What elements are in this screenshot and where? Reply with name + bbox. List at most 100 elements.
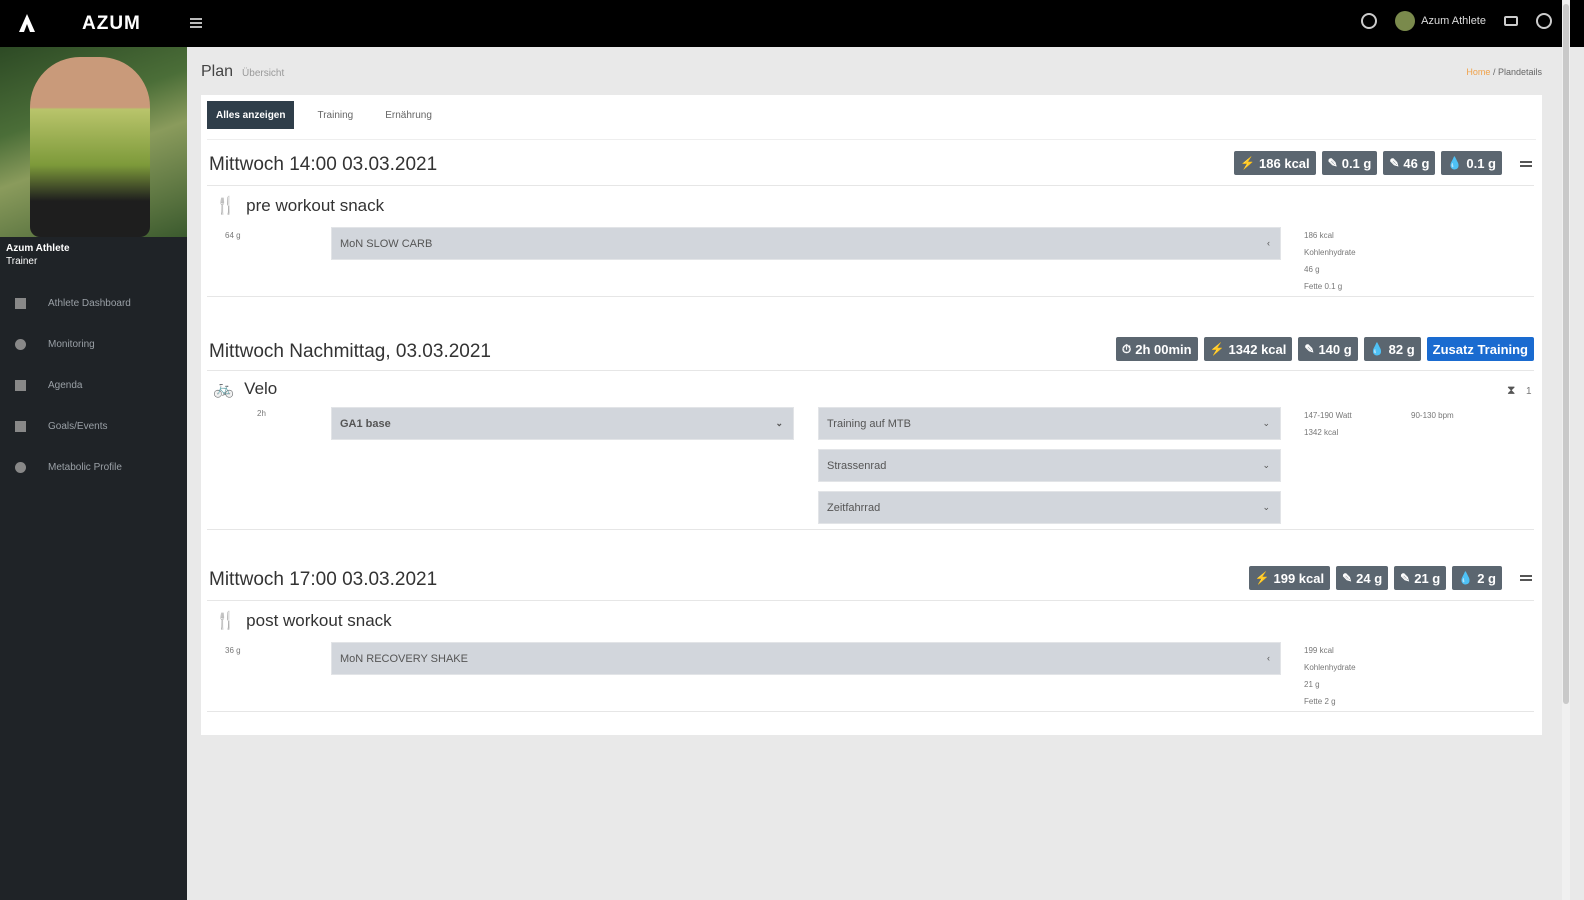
breadcrumb-separator: /: [1492, 67, 1496, 77]
training-type-select-value: Training auf MTB: [827, 417, 911, 430]
sidebar-item-label: Athlete Dashboard: [48, 298, 131, 309]
meal-item-name: post workout snack: [246, 611, 392, 630]
filter-tabs: Alles anzeigen Training Ernährung: [207, 101, 455, 129]
fat-badge: 💧 0.1 g: [1441, 151, 1502, 175]
tab-nutrition[interactable]: Ernährung: [376, 101, 441, 129]
section-badges: ⚡ 186 kcal ✎ 0.1 g ✎ 46 g 💧 0.1 g: [1234, 151, 1502, 175]
product-select-value: MoN RECOVERY SHAKE: [340, 652, 468, 665]
energy-badge: ⚡ 199 kcal: [1248, 566, 1331, 590]
carbs-badge: ✎ 140 g: [1298, 337, 1358, 361]
cutlery-icon: 🍴: [215, 196, 237, 215]
product-select-value: MoN SLOW CARB: [340, 237, 433, 250]
breadcrumb-home-link[interactable]: Home: [1466, 67, 1490, 77]
sidebar-item-monitoring[interactable]: Monitoring: [0, 324, 187, 365]
menu-toggle-icon[interactable]: [190, 16, 204, 30]
training-item-name: Velo: [244, 379, 278, 398]
training-count: 1: [1526, 386, 1532, 397]
power-icon[interactable]: [1536, 13, 1552, 29]
training-type-select[interactable]: Training auf MTB ⌄: [818, 407, 1281, 440]
chevron-down-icon: ⌄: [1262, 418, 1270, 428]
bolt-icon: ⚡: [1209, 342, 1225, 356]
extra-training-button[interactable]: Zusatz Training: [1426, 337, 1534, 361]
pencil-icon: ✎: [1342, 571, 1353, 585]
protein-badge: ✎ 0.1 g: [1321, 151, 1378, 175]
chevron-down-icon: ⌄: [775, 418, 783, 428]
mail-icon[interactable]: [1504, 16, 1518, 26]
pencil-icon: ✎: [1304, 342, 1315, 356]
protein-badge: ✎ 24 g: [1336, 566, 1389, 590]
meal-nutrition-info: 199 kcal Kohlenhydrate 21 g Fette 2 g: [1304, 646, 1356, 706]
training-heart-rate: 90-130 bpm: [1411, 411, 1454, 420]
meal-item-name: pre workout snack: [246, 196, 385, 215]
brand-logo-text[interactable]: AZUM: [82, 13, 141, 35]
chevron-down-icon: ‹: [1267, 238, 1270, 248]
chevron-down-icon: ⌄: [1262, 502, 1270, 512]
product-select[interactable]: MoN RECOVERY SHAKE ‹: [331, 642, 1281, 675]
profile-photo: [0, 47, 187, 237]
sidebar-item-goals-events[interactable]: Goals/Events: [0, 406, 187, 447]
section-title: Mittwoch 14:00 03.03.2021: [209, 154, 438, 175]
energy-badge: ⚡ 186 kcal: [1234, 151, 1316, 175]
dashboard-icon: [15, 298, 26, 309]
divider: [207, 370, 1534, 371]
meal-amount: 64 g: [225, 231, 241, 240]
page-title: Plan: [201, 63, 234, 80]
tab-training[interactable]: Training: [308, 101, 362, 129]
section-menu-icon[interactable]: [1520, 575, 1532, 583]
sidebar-item-label: Agenda: [48, 380, 83, 391]
sidebar-item-metabolic-profile[interactable]: Metabolic Profile: [0, 447, 187, 488]
hourglass-icon: ⧗: [1507, 383, 1516, 397]
section-title: Mittwoch Nachmittag, 03.03.2021: [209, 341, 491, 362]
drop-icon: 💧: [1458, 571, 1474, 585]
brand-logo-icon[interactable]: [16, 12, 38, 34]
tab-show-all[interactable]: Alles anzeigen: [207, 101, 295, 129]
section-menu-icon[interactable]: [1520, 161, 1532, 169]
avatar[interactable]: [1395, 11, 1416, 31]
settings-icon[interactable]: [1361, 13, 1378, 29]
top-bar: AZUM Azum Athlete: [0, 0, 1584, 47]
bike-icon: 🚲: [213, 379, 235, 398]
time-trial-select[interactable]: Zeitfahrrad ⌄: [818, 491, 1281, 524]
divider: [207, 600, 1534, 601]
breadcrumb: Home / Plandetails: [1466, 67, 1542, 77]
drop-icon: 💧: [1369, 342, 1385, 356]
scrollbar-thumb[interactable]: [1563, 4, 1569, 704]
divider: [207, 296, 1534, 297]
sidebar-nav: Athlete Dashboard Monitoring Agenda Goal…: [0, 283, 187, 488]
cutlery-icon: 🍴: [215, 611, 237, 630]
user-icon: [15, 462, 26, 473]
pencil-icon: ✎: [1389, 156, 1400, 170]
fat-badge: 💧 2 g: [1452, 566, 1502, 590]
sidebar-item-athlete-dashboard[interactable]: Athlete Dashboard: [0, 283, 187, 324]
divider: [207, 711, 1534, 712]
calendar-icon: [15, 380, 26, 391]
pencil-icon: ✎: [1400, 571, 1411, 585]
product-select[interactable]: MoN SLOW CARB ‹: [331, 227, 1281, 260]
breadcrumb-current: Plandetails: [1497, 67, 1542, 77]
meal-item-header: 🍴 pre workout snack: [215, 196, 384, 216]
section-badges: ⚡ 199 kcal ✎ 24 g ✎ 21 g 💧 2 g: [1248, 566, 1502, 590]
profile-role: Trainer: [6, 256, 38, 267]
top-right-actions: Azum Athlete: [1361, 11, 1552, 31]
page-header: Plan Übersicht: [201, 63, 284, 81]
clock-icon: ⏱: [1121, 341, 1132, 356]
sidebar-item-agenda[interactable]: Agenda: [0, 365, 187, 406]
meal-item-header: 🍴 post workout snack: [215, 611, 392, 631]
page-scrollbar[interactable]: [1562, 0, 1570, 900]
user-name[interactable]: Azum Athlete: [1421, 15, 1486, 27]
divider: [207, 139, 1536, 140]
divider: [207, 529, 1534, 530]
bolt-icon: ⚡: [1240, 156, 1256, 170]
bike-type-select[interactable]: Strassenrad ⌄: [818, 449, 1281, 482]
flag-icon: [15, 421, 26, 432]
main-content: Plan Übersicht Home / Plandetails Alles …: [187, 47, 1552, 900]
section-badges: ⏱ 2h 00min ⚡ 1342 kcal ✎ 140 g 💧 82 g Zusatz…: [1115, 337, 1534, 361]
meal-nutrition-info: 186 kcal Kohlenhydrate 46 g Fette 0.1 g: [1304, 231, 1356, 291]
sidebar-item-label: Goals/Events: [48, 421, 108, 432]
meal-amount: 36 g: [225, 646, 241, 655]
time-trial-select-value: Zeitfahrrad: [827, 501, 881, 514]
chevron-down-icon: ‹: [1267, 653, 1270, 663]
energy-badge: ⚡ 1342 kcal: [1203, 337, 1293, 361]
intensity-select[interactable]: GA1 base ⌄: [331, 407, 794, 440]
training-duration: 2h: [257, 409, 266, 418]
